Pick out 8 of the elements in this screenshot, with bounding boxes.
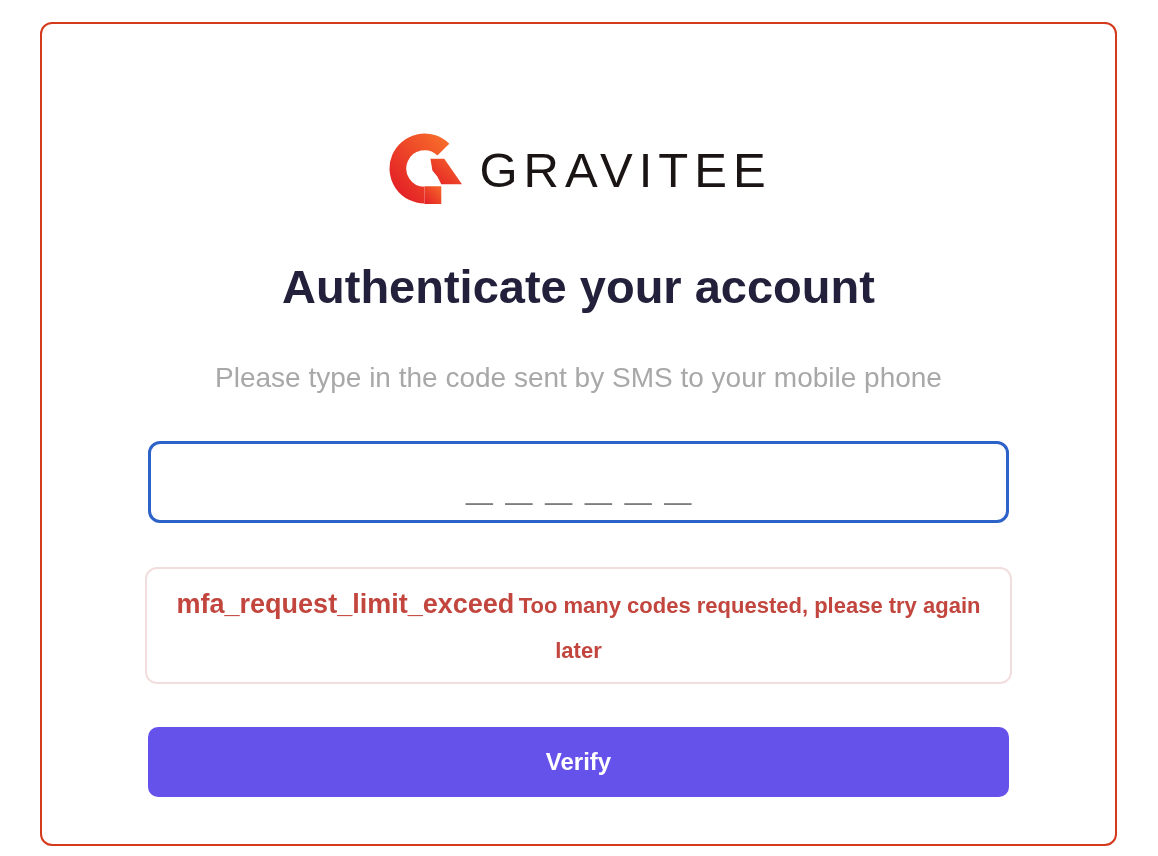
page-title: Authenticate your account: [282, 260, 875, 314]
code-input-field[interactable]: ______: [148, 441, 1009, 523]
error-message: Too many codes requested, please try again later: [518, 593, 981, 663]
instructions-text: Please type in the code sent by SMS to your mobile phone: [215, 361, 942, 395]
logo-icon: [389, 132, 463, 204]
logo-text: GRAVITEE: [479, 145, 772, 195]
verify-button[interactable]: Verify: [148, 727, 1009, 797]
error-code: mfa_request_limit_exceed: [176, 589, 515, 619]
